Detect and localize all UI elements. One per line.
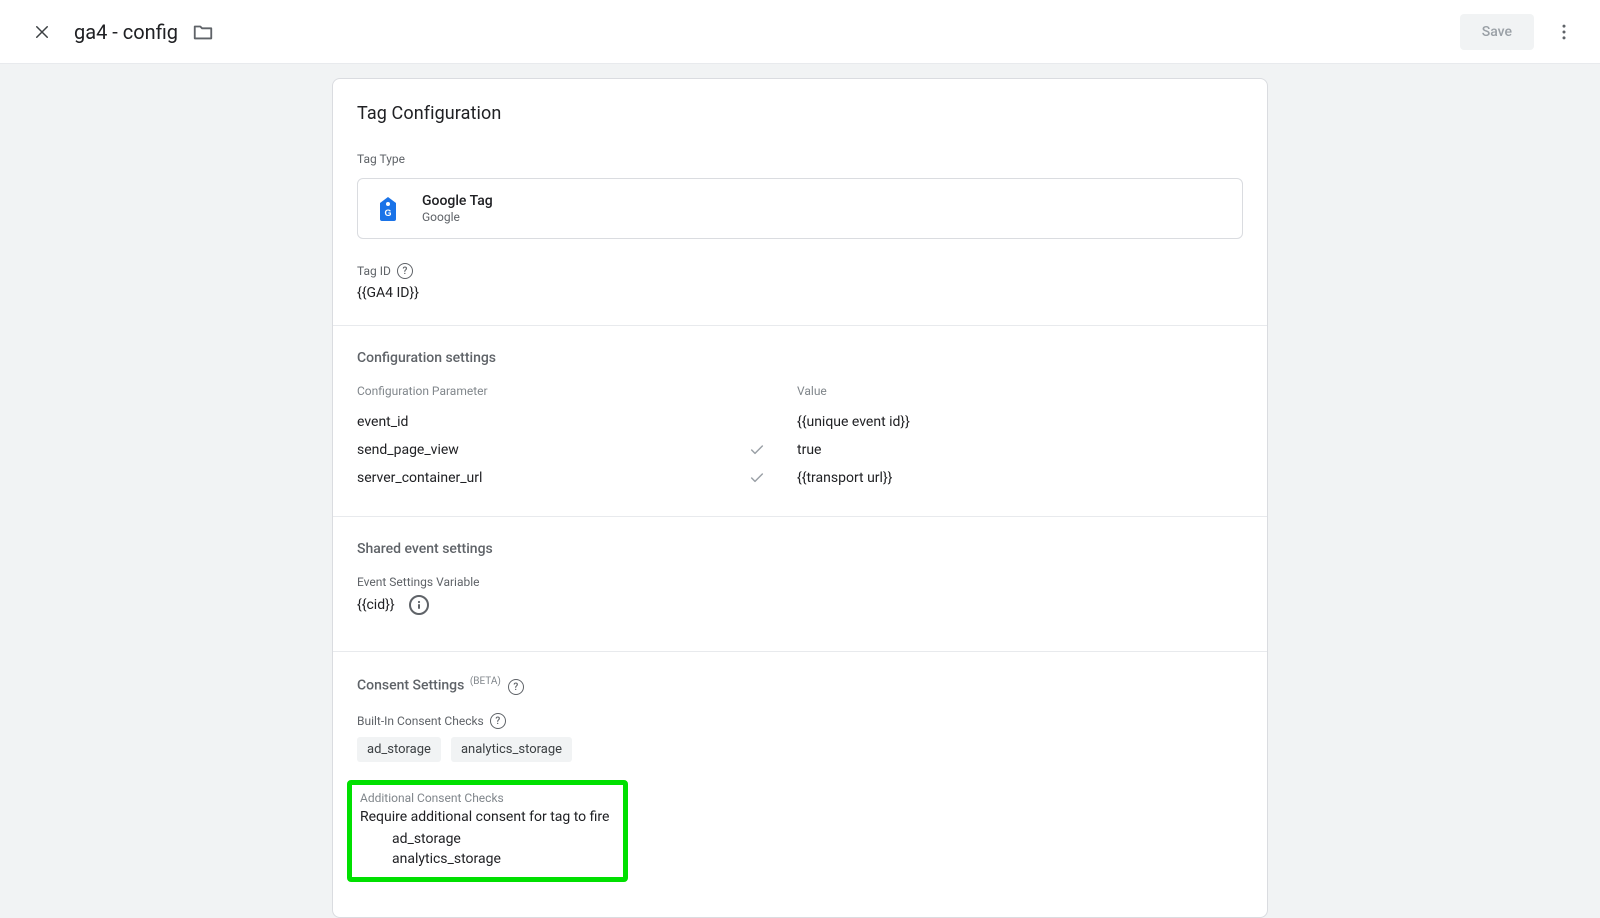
builtin-consent-chips: ad_storage analytics_storage [357,737,1243,762]
folder-icon[interactable] [192,21,214,43]
config-col-value: Value [797,384,1243,398]
config-row: server_container_url {{transport url}} [357,464,1243,492]
config-row: event_id {{unique event id}} [357,408,1243,436]
config-rows: event_id {{unique event id}} send_page_vie… [357,408,1243,492]
tag-id-value: {{GA4 ID}} [357,285,1243,301]
config-row: send_page_view true [357,436,1243,464]
tag-type-label: Tag Type [357,152,1243,166]
tag-configuration-card: Tag Configuration Tag Type G Google Tag … [332,78,1268,918]
tag-id-label: Tag ID ? [357,263,1243,279]
additional-consent-highlight: Additional Consent Checks Require additi… [347,780,628,882]
help-icon[interactable]: ? [490,713,506,729]
card-title: Tag Configuration [357,103,1243,124]
builtin-consent-label: Built-In Consent Checks ? [357,713,1243,729]
event-settings-value: {{cid}} [357,597,395,613]
check-icon [717,470,797,486]
additional-consent-list: ad_storageanalytics_storage [360,829,609,869]
config-settings-title: Configuration settings [357,350,1243,366]
close-icon [33,23,51,41]
content-area: Tag Configuration Tag Type G Google Tag … [0,64,1600,918]
info-icon[interactable] [409,595,429,615]
config-value: {{unique event id}} [797,414,1243,430]
config-param: send_page_view [357,442,717,458]
config-col-param: Configuration Parameter [357,384,717,398]
additional-consent-label: Additional Consent Checks [360,791,609,805]
help-icon[interactable]: ? [397,263,413,279]
google-tag-icon: G [376,197,400,221]
consent-chip: ad_storage [357,737,441,762]
tag-type-vendor: Google [422,210,493,224]
tag-type-selector[interactable]: G Google Tag Google [357,178,1243,239]
consent-settings-title: Consent Settings (BETA) ? [357,676,1243,695]
top-bar: ga4 - config Save [0,0,1600,64]
tag-type-name: Google Tag [422,193,493,209]
save-button[interactable]: Save [1460,14,1534,50]
more-button[interactable] [1544,12,1584,52]
config-param: event_id [357,414,717,430]
shared-settings-title: Shared event settings [357,541,1243,557]
config-value: {{transport url}} [797,470,1243,486]
config-param: server_container_url [357,470,717,486]
consent-item: ad_storage [392,829,609,849]
more-vert-icon [1554,22,1574,42]
consent-chip: analytics_storage [451,737,572,762]
help-icon[interactable]: ? [508,679,524,695]
close-button[interactable] [24,14,60,50]
event-settings-label: Event Settings Variable [357,575,1243,589]
additional-consent-desc: Require additional consent for tag to fi… [360,809,609,825]
consent-item: analytics_storage [392,849,609,869]
page-title: ga4 - config [74,20,178,44]
check-icon [717,442,797,458]
svg-text:G: G [384,208,391,218]
config-value: true [797,442,1243,458]
